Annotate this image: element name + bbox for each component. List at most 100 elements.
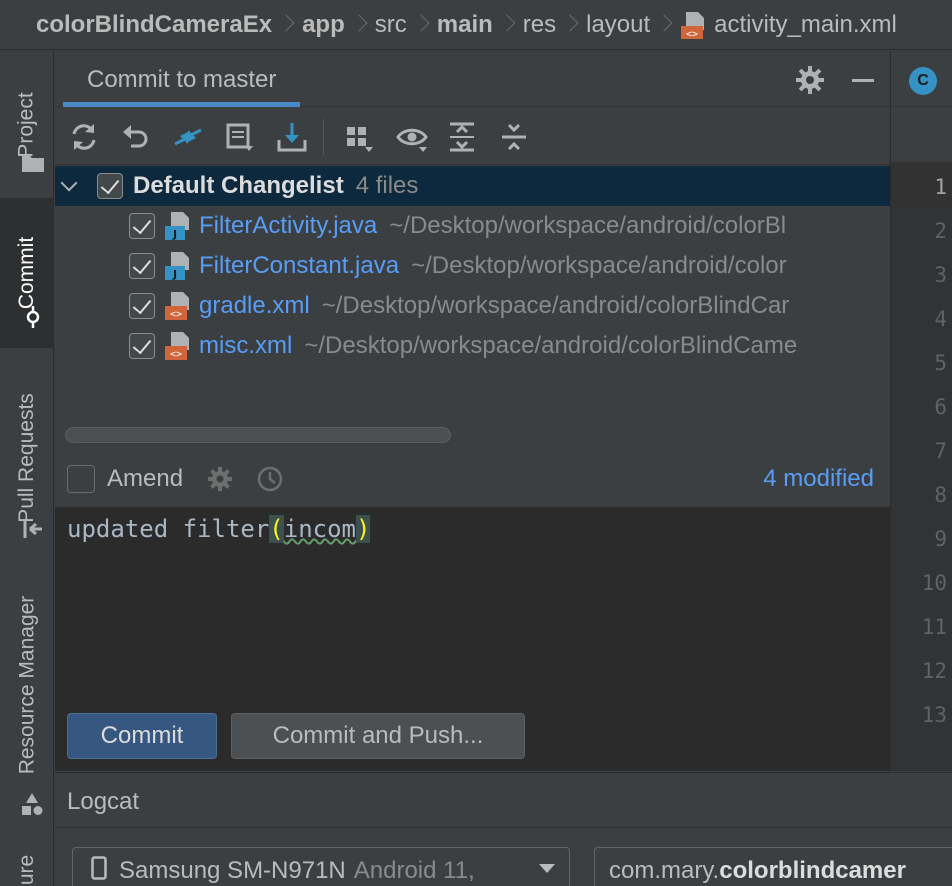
file-name: misc.xml	[199, 332, 293, 359]
file-checkbox[interactable]	[129, 293, 155, 319]
chevron-right-icon	[345, 5, 375, 45]
line-number: 9	[934, 527, 947, 551]
logcat-header: Logcat	[55, 772, 952, 828]
commit-icon	[22, 306, 44, 328]
logcat-toolbar: Samsung SM-N971N Android 11, com.mary. co…	[55, 829, 952, 886]
line-number: 1	[891, 165, 952, 209]
breadcrumb-layout[interactable]: layout	[586, 11, 650, 39]
line-number: 3	[934, 263, 947, 287]
pull-request-icon	[22, 518, 44, 540]
refresh-icon[interactable]	[67, 120, 101, 154]
modified-count-link[interactable]: 4 modified	[763, 465, 874, 493]
chevron-right-icon	[272, 5, 302, 45]
file-name: FilterConstant.java	[199, 252, 400, 279]
shelve-icon[interactable]	[223, 120, 257, 154]
breadcrumb-src[interactable]: src	[375, 11, 407, 39]
line-number: 5	[934, 351, 947, 375]
file-name: FilterActivity.java	[199, 212, 378, 239]
breadcrumb-file[interactable]: activity_main.xml	[714, 11, 897, 39]
gear-icon[interactable]	[795, 65, 825, 95]
eye-icon[interactable]	[395, 120, 429, 154]
changelist-row[interactable]: Default Changelist 4 files	[55, 166, 890, 206]
commit-button[interactable]: Commit	[67, 713, 217, 759]
device-os: Android 11,	[353, 857, 475, 884]
file-checkbox[interactable]	[129, 253, 155, 279]
changes-tree: Default Changelist 4 files J FilterActiv…	[55, 166, 890, 421]
process-name: colorblindcamer	[719, 857, 906, 884]
xml-file-icon: <>	[163, 290, 193, 322]
breadcrumb-project[interactable]: colorBlindCameraEx	[36, 11, 272, 39]
file-row-1[interactable]: J FilterConstant.java ~/Desktop/workspac…	[55, 246, 890, 286]
chevron-right-icon	[556, 5, 586, 45]
line-number: 10	[921, 571, 947, 595]
tab-resource-manager-label: Resource Manager	[15, 595, 38, 775]
line-number: 13	[921, 703, 947, 727]
changelist-checkbox[interactable]	[97, 173, 123, 199]
toolbar-separator	[323, 119, 324, 155]
breadcrumb-module[interactable]: app	[302, 11, 345, 39]
line-number: 8	[934, 483, 947, 507]
phone-icon	[91, 855, 107, 886]
logcat-title[interactable]: Logcat	[67, 788, 139, 815]
tab-partial-bottom[interactable]: ure	[0, 850, 54, 886]
message-word: incom	[283, 515, 356, 543]
tab-resource-manager[interactable]: Resource Manager	[0, 570, 54, 800]
commit-and-push-button[interactable]: Commit and Push...	[231, 713, 525, 759]
tab-commit-label: Commit	[15, 236, 38, 310]
clock-history-icon[interactable]	[255, 464, 285, 494]
message-close-paren: )	[356, 515, 371, 543]
device-select[interactable]: Samsung SM-N971N Android 11,	[72, 847, 570, 886]
group-by-icon[interactable]	[343, 120, 377, 154]
panel-header: Commit to master	[55, 51, 890, 107]
commit-options-gear-icon[interactable]	[205, 464, 235, 494]
process-select[interactable]: com.mary. colorblindcamer	[594, 847, 952, 886]
process-prefix: com.mary.	[609, 857, 720, 884]
panel-title[interactable]: Commit to master	[63, 51, 301, 107]
resource-manager-icon	[20, 792, 44, 816]
breadcrumb-res[interactable]: res	[523, 11, 556, 39]
file-path: ~/Desktop/workspace/android/colorBlindCa…	[304, 332, 798, 359]
horizontal-scrollbar[interactable]	[65, 427, 451, 443]
line-number: 2	[934, 219, 947, 243]
file-row-3[interactable]: <> misc.xml ~/Desktop/workspace/android/…	[55, 326, 890, 366]
breadcrumb-main[interactable]: main	[437, 11, 493, 39]
collapse-all-icon[interactable]	[497, 120, 531, 154]
line-number-gutter: 1 2 3 4 5 6 7 8 9 10 11 12 13	[891, 165, 952, 737]
file-checkbox[interactable]	[129, 333, 155, 359]
line-number: 12	[921, 659, 947, 683]
java-file-icon: J	[163, 210, 193, 242]
minimize-icon[interactable]	[849, 65, 879, 95]
file-path: ~/Desktop/workspace/android/colorBl	[389, 212, 787, 239]
file-path: ~/Desktop/workspace/android/colorBlindCa…	[321, 292, 790, 319]
tab-pull-requests-label: Pull Requests	[15, 393, 39, 523]
file-checkbox[interactable]	[129, 213, 155, 239]
svg-text:J: J	[172, 268, 177, 281]
diff-icon[interactable]	[171, 120, 205, 154]
editor-toolbar	[891, 107, 952, 163]
breadcrumb: colorBlindCameraEx app src main res layo…	[0, 0, 952, 50]
java-file-icon: J	[163, 250, 193, 282]
file-row-0[interactable]: J FilterActivity.java ~/Desktop/workspac…	[55, 206, 890, 246]
svg-text:<>: <>	[686, 29, 698, 40]
commit-toolbar	[55, 107, 890, 165]
amend-row: Amend 4 modified	[55, 453, 890, 505]
tab-partial-bottom-label: ure	[14, 854, 38, 886]
line-number: 7	[934, 439, 947, 463]
left-tool-strip: Project Commit Pull Requests Resource Ma…	[0, 50, 54, 886]
update-download-icon[interactable]	[275, 120, 309, 154]
folder-icon	[22, 154, 44, 172]
amend-checkbox[interactable]	[67, 465, 95, 493]
changelist-count: 4 files	[355, 172, 419, 199]
line-number: 6	[934, 395, 947, 419]
tab-project-label: Project	[15, 92, 39, 158]
svg-text:<>: <>	[170, 309, 182, 320]
changelist-name: Default Changelist	[133, 172, 344, 199]
chevron-down-icon[interactable]	[61, 177, 79, 195]
amend-label[interactable]: Amend	[107, 465, 183, 493]
expand-all-icon[interactable]	[445, 120, 479, 154]
chevron-right-icon	[407, 5, 437, 45]
file-row-2[interactable]: <> gradle.xml ~/Desktop/workspace/androi…	[55, 286, 890, 326]
xml-file-icon: <>	[680, 10, 706, 40]
rollback-icon[interactable]	[119, 120, 153, 154]
editor-tab[interactable]: C	[891, 51, 952, 107]
